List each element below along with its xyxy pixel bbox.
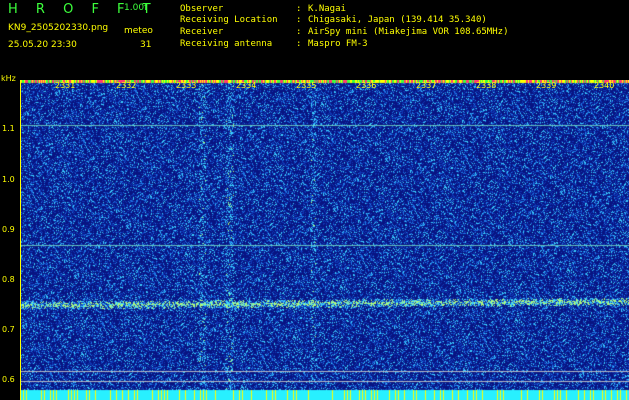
location-sep: : xyxy=(296,15,302,25)
y-tick-label: 0.7 xyxy=(2,325,15,334)
receiver-sep: : xyxy=(296,27,302,37)
location-key: Receiving Location xyxy=(180,15,278,25)
observer-key: Observer xyxy=(180,4,224,14)
y-tick-label: 0.9 xyxy=(2,225,15,234)
time-tick-label: 2339 xyxy=(536,81,557,90)
time-tick-label: 2334 xyxy=(236,81,257,90)
receiver-value: AirSpy mini (Miakejima VOR 108.65MHz) xyxy=(308,27,509,37)
time-tick-label: 2335 xyxy=(296,81,317,90)
y-axis-unit: kHz xyxy=(1,74,16,83)
capture-datetime: 25.05.20 23:30 xyxy=(8,40,77,50)
y-tick-label: 0.8 xyxy=(2,275,15,284)
y-tick-label: 0.6 xyxy=(2,375,15,384)
time-tick-label: 2337 xyxy=(416,81,437,90)
time-tick-label: 2340 xyxy=(594,81,615,90)
meteo-count: 31 xyxy=(140,40,152,50)
time-tick-label: 2332 xyxy=(116,81,137,90)
observer-sep: : xyxy=(296,4,302,14)
file-name: KN9_2505202330.png xyxy=(8,23,109,33)
location-value: Chigasaki, Japan (139.414 35.340) xyxy=(308,15,487,25)
header-panel: H R O F F T 1.00f KN9_2505202330.png met… xyxy=(0,0,629,83)
observer-value: K.Nagai xyxy=(308,4,346,14)
y-tick-label: 1.0 xyxy=(2,175,15,184)
time-tick-label: 2338 xyxy=(476,81,497,90)
time-tick-label: 2331 xyxy=(55,81,76,90)
time-tick-label: 2333 xyxy=(176,81,197,90)
app-version: 1.00f xyxy=(124,3,148,13)
y-tick-label: 1.1 xyxy=(2,124,15,133)
antenna-key: Receiving antenna xyxy=(180,39,273,49)
antenna-sep: : xyxy=(296,39,302,49)
spectrogram-waterfall[interactable] xyxy=(20,80,629,400)
receiver-key: Receiver xyxy=(180,27,224,37)
meteo-label: meteo xyxy=(124,26,153,36)
antenna-value: Maspro FM-3 xyxy=(308,39,368,49)
time-tick-label: 2336 xyxy=(356,81,377,90)
